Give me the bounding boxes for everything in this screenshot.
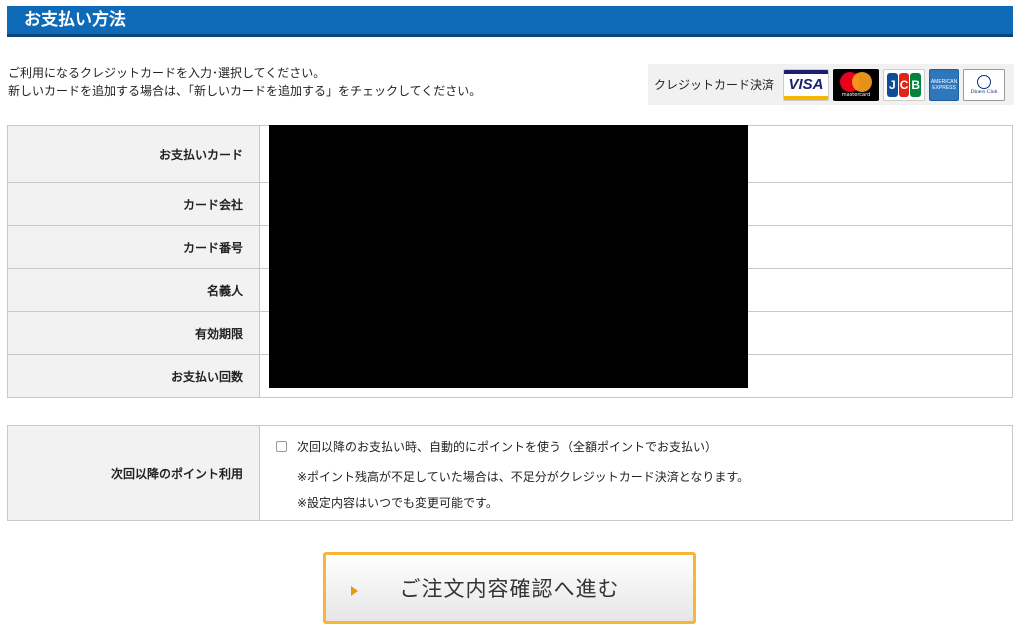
proceed-to-confirm-button[interactable]: ご注文内容確認へ進む	[323, 552, 696, 624]
row-label-installments: お支払い回数	[7, 354, 260, 398]
amex-logo: AMERICAN EXPRESS	[929, 68, 960, 101]
diners-logo-text: Diners Club	[970, 89, 998, 95]
card-brands-label: クレジットカード決済	[654, 78, 775, 92]
points-note-shortfall: ※ポイント残高が不足していた場合は、不足分がクレジットカード決済となります。	[297, 470, 750, 484]
row-label-card-number: カード番号	[7, 225, 260, 269]
instruction-line-2: 新しいカードを追加する場合は、「新しいカードを追加する」をチェックしてください。	[8, 84, 482, 98]
instruction-line-1: ご利用になるクレジットカードを入力･選択してください。	[8, 66, 326, 80]
mastercard-logo-text: mastercard	[841, 91, 871, 98]
jcb-letter-j: J	[887, 72, 898, 97]
visa-logo: VISA	[783, 68, 830, 101]
points-usage-label: 次回以降のポイント利用	[7, 425, 260, 521]
row-label-card-holder: 名義人	[7, 268, 260, 312]
points-usage-cell: 次回以降のお支払い時、自動的にポイントを使う（全額ポイントでお支払い） ※ポイン…	[259, 425, 1013, 521]
card-brands-panel: クレジットカード決済 VISA mastercard J C B AMERICA…	[648, 64, 1014, 105]
diners-club-logo: Diners Club	[963, 68, 1006, 101]
visa-logo-text: VISA	[788, 76, 824, 93]
arrow-right-icon	[351, 586, 358, 596]
amex-logo-text: AMERICAN EXPRESS	[930, 78, 958, 91]
proceed-to-confirm-label: ご注文内容確認へ進む	[399, 577, 620, 601]
jcb-logo: J C B	[883, 68, 926, 101]
auto-points-option[interactable]: 次回以降のお支払い時、自動的にポイントを使う（全額ポイントでお支払い）	[276, 438, 1012, 455]
section-title: お支払い方法	[7, 6, 1013, 37]
instructions: ご利用になるクレジットカードを入力･選択してください。 新しいカードを追加する場…	[8, 64, 481, 100]
row-label-card-company: カード会社	[7, 182, 260, 226]
auto-points-checkbox[interactable]	[276, 441, 287, 452]
jcb-letter-b: B	[910, 72, 922, 97]
row-label-expiry: 有効期限	[7, 311, 260, 355]
mastercard-logo: mastercard	[833, 68, 880, 101]
redacted-card-details	[269, 125, 748, 388]
points-note-changeable: ※設定内容はいつでも変更可能です。	[297, 496, 498, 510]
points-table: 次回以降のポイント利用 次回以降のお支払い時、自動的にポイントを使う（全額ポイン…	[7, 425, 1013, 521]
row-label-payment-card: お支払いカード	[7, 125, 260, 183]
jcb-letter-c: C	[898, 72, 910, 97]
auto-points-checkbox-label[interactable]: 次回以降のお支払い時、自動的にポイントを使う（全額ポイントでお支払い）	[297, 438, 717, 455]
table-row: 次回以降のポイント利用 次回以降のお支払い時、自動的にポイントを使う（全額ポイン…	[7, 425, 1013, 521]
diners-mark-icon	[977, 75, 992, 89]
